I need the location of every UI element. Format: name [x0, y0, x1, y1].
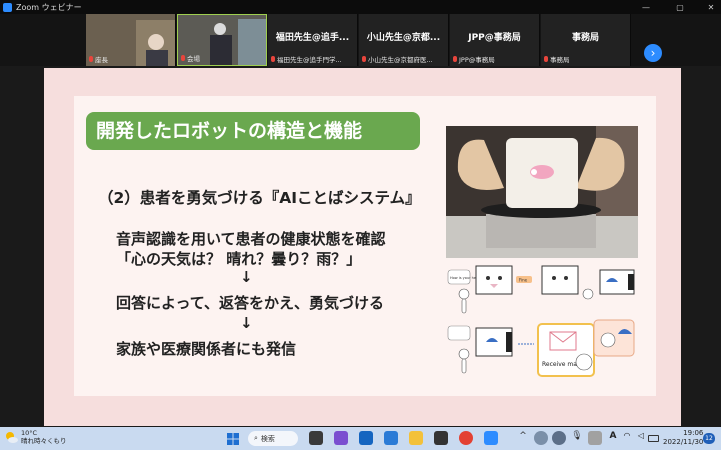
participant-name: 福田先生@追手... — [275, 33, 350, 43]
taskbar-search[interactable]: ⌕ 検索 — [248, 431, 298, 446]
participant-label: 福田先生@追手門学... — [271, 54, 355, 64]
slide-line: 「心の天気は？ 晴れ？曇り？雨？」 — [116, 250, 362, 268]
start-icon[interactable] — [226, 431, 240, 445]
mic-muted-icon — [544, 56, 548, 62]
participant-tile-office[interactable]: 事務局 事務局 — [541, 14, 631, 66]
search-icon: ⌕ — [254, 434, 258, 442]
participant-label: 座長 — [89, 54, 173, 64]
slide-arrow: ↓ — [240, 314, 253, 332]
participant-name: 事務局 — [571, 33, 599, 43]
slide-title: 開発したロボットの構造と機能 — [86, 112, 420, 150]
mic-muted-icon — [89, 56, 93, 62]
microphone-icon[interactable]: 🎙 — [570, 431, 584, 445]
participant-tile-chair[interactable]: 座長 — [86, 14, 176, 66]
mic-muted-icon — [271, 56, 275, 62]
ime-icon[interactable]: A — [606, 431, 620, 445]
task-view-icon[interactable] — [309, 431, 323, 445]
mic-muted-icon — [453, 56, 457, 62]
weather-icon — [6, 432, 18, 443]
cloud-icon[interactable] — [534, 431, 548, 445]
participant-strip: 座長 会場 福田先生@追手... 福田先生@追手門学... 小山先生@京都...… — [0, 14, 721, 66]
slide-line: 家族や医療関係者にも発信 — [116, 340, 297, 358]
speaker-icon[interactable]: ◁ — [634, 431, 648, 445]
chrome-icon[interactable] — [459, 431, 473, 445]
windows-taskbar: 10°C 晴れ時々くもり ⌕ 検索 ^ 🎙 A ◠ ◁ 19:06 2022/11/3… — [0, 427, 721, 450]
app-tray-icon[interactable] — [552, 431, 566, 445]
zoom-taskbar-icon[interactable] — [484, 431, 498, 445]
weather-desc: 晴れ時々くもり — [21, 437, 67, 445]
participant-tile-koyama[interactable]: 小山先生@京都... 小山先生@京都府医... — [359, 14, 449, 66]
keyboard-icon[interactable] — [588, 431, 602, 445]
teams-icon[interactable] — [334, 431, 348, 445]
participant-tile-venue[interactable]: 会場 — [177, 14, 267, 66]
robot-photo — [446, 126, 638, 258]
participant-tile-jpp[interactable]: JPP@事務局 JPP@事務局 — [450, 14, 540, 66]
slide-line: 音声認識を用いて患者の健康状態を確認 — [116, 230, 386, 248]
diagram-reply-text: Fine — [519, 278, 528, 283]
participant-label: 会場 — [181, 53, 264, 63]
zoom-app-icon — [3, 2, 12, 12]
chevron-up-icon[interactable]: ^ — [516, 431, 530, 445]
shared-screen: 開発したロボットの構造と機能 （2）患者を勇気づける『AIことばシステム』 音声… — [0, 66, 721, 427]
mic-muted-icon — [181, 55, 185, 61]
chevron-right-icon: › — [650, 46, 656, 60]
next-page-button[interactable]: › — [644, 44, 662, 62]
participant-name: 小山先生@京都... — [366, 33, 441, 43]
participant-tile-fukuda[interactable]: 福田先生@追手... 福田先生@追手門学... — [268, 14, 358, 66]
participant-name: JPP@事務局 — [468, 33, 521, 43]
minimize-icon[interactable]: — — [638, 0, 654, 14]
window-title: Zoom ウェビナー — [16, 2, 82, 12]
file-explorer-icon[interactable] — [409, 431, 423, 445]
calendar-icon[interactable] — [384, 431, 398, 445]
terminal-icon[interactable] — [434, 431, 448, 445]
mic-muted-icon — [362, 56, 366, 62]
maximize-icon[interactable]: ▢ — [672, 0, 688, 14]
slide-arrow: ↓ — [240, 268, 253, 286]
diagram-mail-text: Receive ma — [542, 361, 577, 368]
participant-label: 小山先生@京都府医... — [362, 54, 446, 64]
close-icon[interactable]: ✕ — [703, 0, 719, 14]
slide-line: 回答によって、返答をかえ、勇気づける — [116, 294, 385, 312]
participant-label: JPP@事務局 — [453, 54, 537, 64]
wifi-icon[interactable]: ◠ — [620, 431, 634, 445]
weather-widget[interactable]: 10°C 晴れ時々くもり — [4, 429, 67, 445]
battery-icon[interactable] — [648, 435, 659, 442]
weather-temp: 10°C — [21, 429, 38, 437]
participant-label: 事務局 — [544, 54, 628, 64]
slide-subtitle: （2）患者を勇気づける『AIことばシステム』 — [98, 189, 421, 207]
mail-icon[interactable] — [359, 431, 373, 445]
taskbar-clock[interactable]: 19:06 2022/11/30 — [663, 429, 703, 447]
presentation-slide: 開発したロボットの構造と機能 （2）患者を勇気づける『AIことばシステム』 音声… — [44, 68, 681, 426]
notification-badge[interactable]: 12 — [703, 433, 715, 444]
window-titlebar: Zoom ウェビナー — ▢ ✕ — [0, 0, 721, 14]
ai-dialog-diagram: How is your health today? Fine Receive m… — [446, 264, 638, 384]
